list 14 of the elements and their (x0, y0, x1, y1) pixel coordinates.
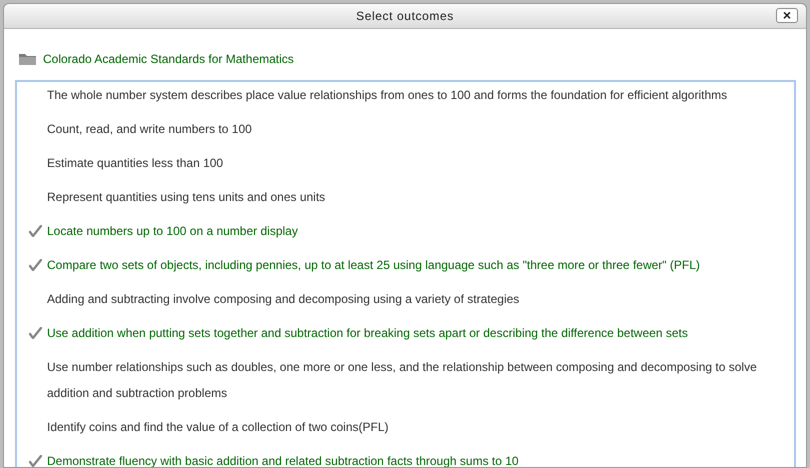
framework-title[interactable]: Colorado Academic Standards for Mathematics (43, 52, 294, 66)
folder-icon (18, 52, 37, 66)
close-button[interactable]: × (776, 8, 798, 23)
dialog-title: Select outcomes (356, 9, 454, 23)
outcome-item[interactable]: Identify coins and find the value of a collection of two coins(PFL) (47, 414, 389, 440)
outcome-item[interactable]: Locate numbers up to 100 on a number display (47, 218, 298, 244)
outcome-item[interactable]: Count, read, and write numbers to 100 (47, 116, 252, 142)
outcome-item[interactable]: Estimate quantities less than 100 (47, 150, 224, 176)
outcome-item[interactable]: Use addition when putting sets together and subtraction for breaking sets apart or describing the difference between sets (47, 320, 688, 346)
outcome-item[interactable]: Represent quantities using tens units and ones units (47, 184, 326, 210)
outcome-item[interactable]: Adding and subtracting involve composing and decomposing using a variety of strategies (47, 286, 520, 312)
outcome-item[interactable]: Compare two sets of objects, including pennies, up to at least 25 using language such as "three more or three fewer" (PFL) (47, 252, 700, 278)
outcome-item[interactable]: Use number relationships such as doubles, one more or one less, and the relationship between composing and decomposing to solve addition and subtraction problems (47, 354, 774, 406)
outcome-item[interactable]: The whole number system describes place value relationships from ones to 100 and forms the foundation for efficient algorithms (47, 82, 728, 108)
